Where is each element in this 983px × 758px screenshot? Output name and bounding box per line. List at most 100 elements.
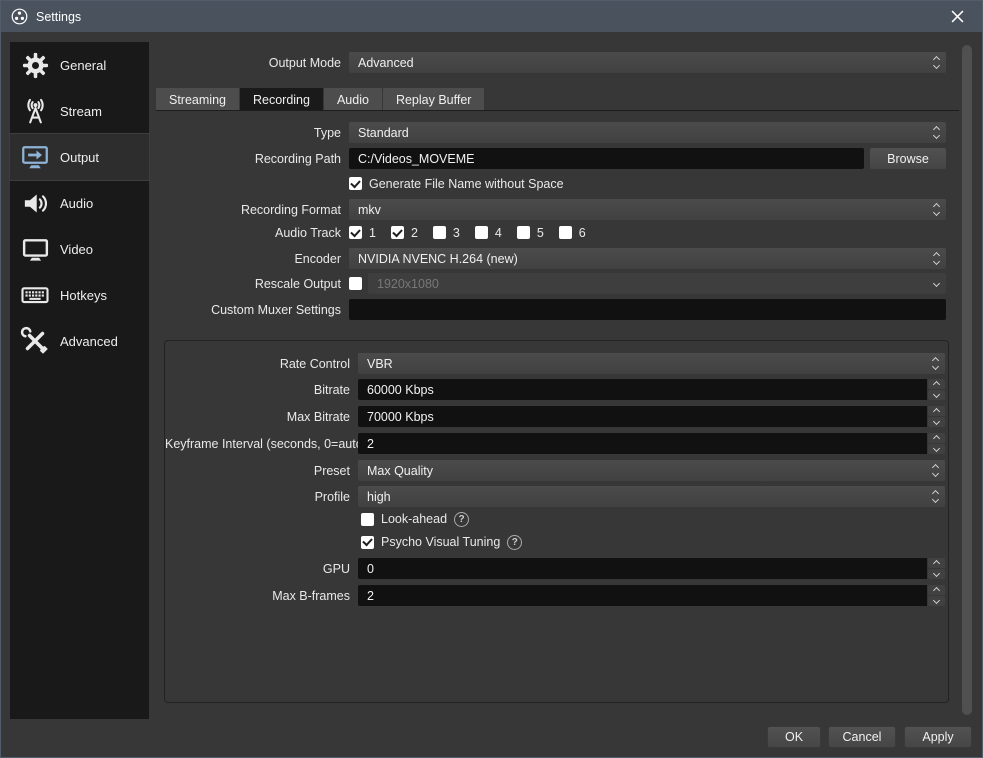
output-mode-select[interactable]: Advanced [349, 52, 946, 73]
keyframe-interval-spinbox[interactable]: 2 [358, 433, 945, 454]
scrollbar-thumb[interactable] [962, 45, 972, 715]
audio-track-6-label: 6 [578, 225, 586, 240]
recording-format-row: Recording Format mkv [156, 199, 946, 220]
audio-track-4-checkbox[interactable] [474, 226, 488, 239]
profile-select[interactable]: high [358, 486, 945, 507]
type-select[interactable]: Standard [349, 122, 946, 143]
generate-no-space-row: Generate File Name without Space [349, 176, 564, 191]
obs-logo-icon [11, 8, 28, 25]
spin-up-button[interactable] [928, 558, 945, 568]
tab-audio[interactable]: Audio [323, 88, 382, 111]
rescale-output-label: Rescale Output [254, 276, 341, 291]
max-bframes-label: Max B-frames [272, 588, 350, 603]
recording-format-value: mkv [358, 202, 381, 217]
encoder-select[interactable]: NVIDIA NVENC H.264 (new) [349, 248, 946, 269]
spin-up-button[interactable] [928, 379, 945, 389]
close-button[interactable] [942, 5, 972, 29]
gpu-row: GPU 0 [165, 558, 945, 579]
bitrate-label: Bitrate [313, 382, 350, 397]
spin-up-button[interactable] [928, 406, 945, 416]
cancel-button[interactable]: Cancel [828, 726, 896, 748]
audio-track-1-label: 1 [369, 225, 376, 240]
spin-down-button[interactable] [928, 569, 945, 579]
spin-down-button[interactable] [928, 390, 945, 400]
combo-spinner-icon [926, 353, 945, 374]
psycho-visual-checkbox[interactable] [361, 535, 374, 549]
type-label: Type [313, 125, 341, 140]
muxer-settings-label: Custom Muxer Settings [211, 302, 341, 317]
max-bitrate-spinbox[interactable]: 70000 Kbps [358, 406, 945, 427]
type-value: Standard [358, 125, 409, 140]
audio-track-5-checkbox[interactable] [516, 226, 530, 239]
tab-label: Audio [336, 92, 369, 107]
tab-streaming[interactable]: Streaming [156, 88, 239, 111]
rescale-resolution-value: 1920x1080 [377, 276, 439, 291]
sidebar-item-output[interactable]: Output [9, 133, 150, 181]
rescale-resolution-select[interactable]: 1920x1080 [368, 273, 946, 294]
audio-track-2-label: 2 [410, 225, 418, 240]
combo-spinner-icon [927, 199, 946, 220]
spin-down-button[interactable] [928, 444, 945, 454]
keyframe-interval-value: 2 [358, 433, 927, 454]
type-row: Type Standard [156, 122, 946, 143]
tab-divider [156, 110, 959, 111]
tools-icon [17, 325, 53, 357]
combo-spinner-icon [927, 122, 946, 143]
sidebar-item-general[interactable]: General [10, 42, 149, 88]
browse-label: Browse [887, 151, 929, 166]
sidebar-item-hotkeys[interactable]: Hotkeys [10, 272, 149, 318]
max-bitrate-row: Max Bitrate 70000 Kbps [165, 406, 945, 427]
spin-up-button[interactable] [928, 433, 945, 443]
recording-format-label: Recording Format [240, 202, 341, 217]
sidebar: General Stream Output Audio Video Hotkey… [9, 42, 150, 719]
profile-row: Profile high [165, 486, 945, 507]
keyframe-interval-row: Keyframe Interval (seconds, 0=auto) 2 [165, 433, 945, 454]
sidebar-label: General [60, 57, 107, 73]
generate-no-space-checkbox[interactable] [349, 177, 362, 190]
audio-track-6-checkbox[interactable] [558, 226, 572, 239]
ok-button[interactable]: OK [767, 726, 821, 748]
browse-button[interactable]: Browse [870, 148, 946, 169]
broadcast-icon [17, 95, 53, 127]
spin-up-button[interactable] [928, 585, 945, 595]
rate-control-select[interactable]: VBR [358, 353, 945, 374]
max-bframes-row: Max B-frames 2 [165, 585, 945, 606]
output-mode-row: Output Mode Advanced [156, 52, 946, 73]
rate-control-value: VBR [367, 356, 393, 371]
apply-button[interactable]: Apply [904, 726, 972, 748]
gpu-value: 0 [358, 558, 927, 579]
keyboard-icon [17, 279, 53, 311]
output-tabs: Streaming Recording Audio Replay Buffer [156, 88, 485, 111]
preset-select[interactable]: Max Quality [358, 460, 945, 481]
rescale-output-checkbox[interactable] [349, 277, 362, 290]
audio-track-1-checkbox[interactable] [349, 226, 362, 239]
help-icon[interactable]: ? [507, 534, 523, 550]
recording-format-select[interactable]: mkv [349, 199, 946, 220]
spin-down-button[interactable] [928, 417, 945, 427]
recording-path-input[interactable] [349, 148, 864, 169]
sidebar-label: Stream [60, 103, 102, 119]
tab-recording[interactable]: Recording [239, 88, 323, 111]
sidebar-item-stream[interactable]: Stream [10, 88, 149, 134]
max-bframes-value: 2 [358, 585, 927, 606]
audio-track-3-checkbox[interactable] [432, 226, 446, 239]
audio-track-2-checkbox[interactable] [390, 226, 404, 239]
rate-control-row: Rate Control VBR [165, 353, 945, 374]
look-ahead-checkbox[interactable] [361, 512, 374, 526]
sidebar-item-advanced[interactable]: Advanced [10, 318, 149, 364]
sidebar-item-audio[interactable]: Audio [10, 180, 149, 226]
profile-label: Profile [314, 489, 350, 504]
help-icon[interactable]: ? [454, 511, 470, 527]
muxer-settings-input[interactable] [349, 299, 946, 320]
max-bframes-spinbox[interactable]: 2 [358, 585, 945, 606]
sidebar-item-video[interactable]: Video [10, 226, 149, 272]
bitrate-spinbox[interactable]: 60000 Kbps [358, 379, 945, 400]
tab-replay-buffer[interactable]: Replay Buffer [382, 88, 485, 111]
max-bitrate-label: Max Bitrate [286, 409, 350, 424]
look-ahead-label: Look-ahead [381, 512, 448, 526]
gpu-spinbox[interactable]: 0 [358, 558, 945, 579]
keyframe-interval-label: Keyframe Interval (seconds, 0=auto) [165, 436, 367, 451]
psycho-visual-label: Psycho Visual Tuning [381, 535, 501, 549]
spin-down-button[interactable] [928, 596, 945, 606]
ok-label: OK [784, 730, 804, 744]
